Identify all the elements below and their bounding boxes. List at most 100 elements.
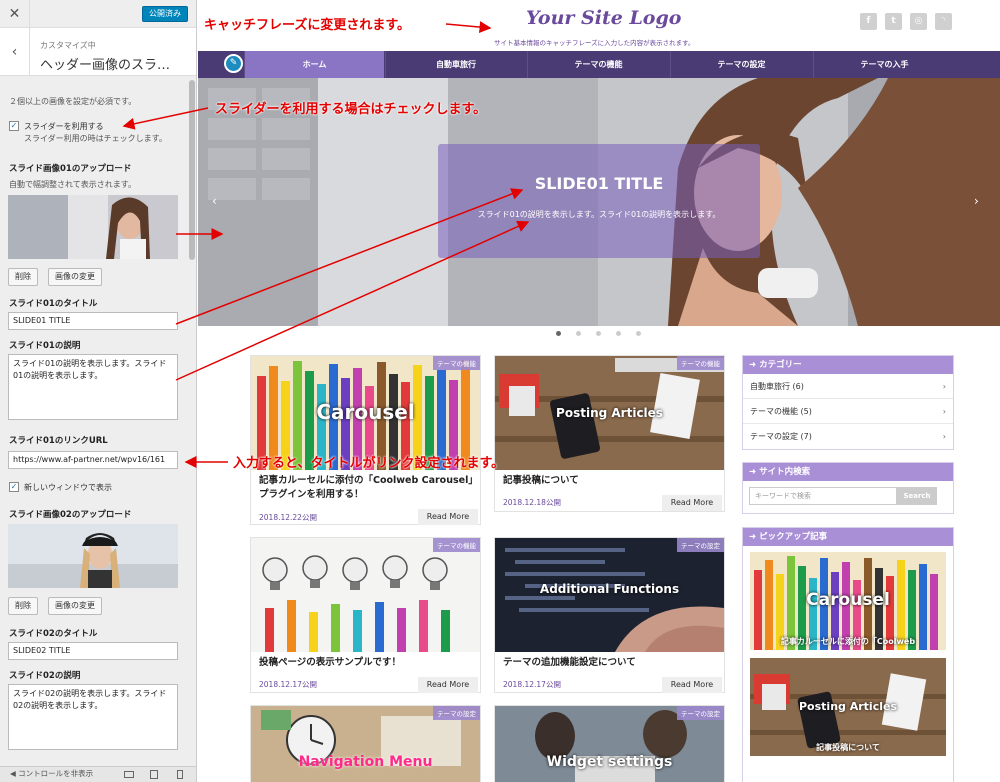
post-date: 2018.12.18公開 (503, 498, 561, 507)
section-header: ‹ カスタマイズ中 ヘッダー画像のスラ… (0, 28, 196, 76)
slide1-upload-desc: 自動で幅調整されて表示されます。 (9, 180, 136, 189)
post-title[interactable]: 投稿ページの表示サンプルです！ (259, 656, 474, 670)
slide2-desc-label: スライド02の説明 (9, 671, 81, 681)
site-tagline: サイト基本情報のキャッチフレーズに入力した内容が表示されます。 (494, 39, 695, 47)
new-window-label: 新しいウィンドウで表示 (24, 483, 112, 492)
slide1-desc-textarea[interactable]: スライド01の説明を表示します。スライド01の説明を表示します。 (8, 354, 178, 420)
slide-description: スライド01の説明を表示します。スライド01の説明を表示します。 (477, 210, 721, 219)
nav-item-home[interactable]: ホーム (244, 51, 384, 78)
circle-arrow-icon: ➜ (749, 360, 760, 370)
post-thumbnail[interactable]: Navigation Menu テーマの設定 (251, 706, 480, 782)
section-title: ヘッダー画像のスラ… (40, 58, 171, 73)
post-card[interactable]: Posting Articles テーマの機能 記事投稿について 2018.12… (494, 355, 725, 512)
pickup-thumbnail[interactable]: Posting Articles 記事投稿について (750, 658, 946, 756)
post-date: 2018.12.22公開 (259, 513, 317, 522)
read-more-button[interactable]: Read More (418, 509, 478, 525)
nav-item-car-travel[interactable]: 自動車旅行 (385, 51, 526, 78)
category-item[interactable]: 自動車旅行 (6) › (743, 374, 953, 399)
annotation-link: 入力すると、タイトルがリンク設定されます。 (233, 456, 505, 471)
slide1-title-input[interactable]: SLIDE01 TITLE (8, 312, 178, 330)
site-logo[interactable]: Your Site Logo (526, 7, 681, 29)
post-image-text: Posting Articles (556, 406, 663, 420)
slide1-url-input[interactable]: https://www.af-partner.net/wpv16/161 (8, 451, 178, 469)
desktop-preview-icon[interactable] (124, 771, 134, 778)
breadcrumb: カスタマイズ中 (40, 41, 96, 50)
slide2-desc-textarea[interactable]: スライド02の説明を表示します。スライド02の説明を表示します。 (8, 684, 178, 750)
rss-icon[interactable]: ◝ (935, 13, 952, 30)
slider-dot[interactable] (616, 331, 621, 336)
twitter-icon[interactable]: t (885, 13, 902, 30)
slide1-change-button[interactable]: 画像の変更 (48, 268, 102, 286)
mobile-preview-icon[interactable] (177, 770, 183, 779)
slider-next-icon[interactable]: › (974, 194, 979, 208)
search-button[interactable]: Search (897, 487, 937, 505)
slide2-title-input[interactable]: SLIDE02 TITLE (8, 642, 178, 660)
post-date: 2018.12.17公開 (503, 680, 561, 689)
instagram-icon[interactable]: ◎ (910, 13, 927, 30)
slider-dot[interactable] (576, 331, 581, 336)
pickup-caption[interactable]: 記事カルーセルに添付の「Coolweb (750, 636, 946, 647)
nav-item-theme-features[interactable]: テーマの機能 (527, 51, 669, 78)
category-item[interactable]: テーマの設定 (7) › (743, 424, 953, 449)
pickup-widget-title: ➜ ピックアップ記事 (743, 528, 953, 546)
slide2-thumbnail[interactable] (8, 524, 178, 588)
post-thumbnail[interactable]: Widget settings テーマの設定 (495, 706, 724, 782)
nav-item-get-theme[interactable]: テーマの入手 (813, 51, 955, 78)
category-item[interactable]: テーマの機能 (5) › (743, 399, 953, 424)
read-more-button[interactable]: Read More (418, 677, 478, 693)
post-card[interactable]: Widget settings テーマの設定 (494, 705, 725, 782)
read-more-button[interactable]: Read More (662, 677, 722, 693)
slide1-desc-label: スライド01の説明 (9, 341, 81, 351)
post-category-badge[interactable]: テーマの機能 (433, 538, 480, 552)
nav-item-theme-settings[interactable]: テーマの設定 (670, 51, 812, 78)
slide2-change-button[interactable]: 画像の変更 (48, 597, 102, 615)
panel-scrollbar[interactable] (189, 80, 195, 260)
post-title[interactable]: 記事投稿について (503, 474, 718, 488)
post-card[interactable]: テーマの機能 投稿ページの表示サンプルです！ 2018.12.17公開 Read… (250, 537, 481, 693)
post-category-badge[interactable]: テーマの設定 (677, 706, 724, 720)
back-icon[interactable]: ‹ (0, 28, 30, 76)
post-thumbnail[interactable]: テーマの機能 (251, 538, 480, 652)
post-category-badge[interactable]: テーマの機能 (433, 356, 480, 370)
chevron-right-icon: › (942, 432, 946, 441)
post-image-text: Carousel (316, 400, 415, 424)
slider-dot[interactable] (596, 331, 601, 336)
post-image-text: Additional Functions (539, 582, 680, 596)
post-card[interactable]: Additional Functions テーマの設定 テーマの追加機能設定につ… (494, 537, 725, 693)
post-title[interactable]: テーマの追加機能設定について (503, 656, 718, 670)
edit-pencil-icon[interactable]: ✎ (224, 54, 243, 73)
slide1-thumbnail[interactable] (8, 195, 178, 259)
pickup-caption[interactable]: 記事投稿について (750, 742, 946, 753)
post-title[interactable]: 記事カルーセルに添付の「Coolweb Carousel」プラグインを利用する！ (259, 474, 474, 502)
new-window-checkbox[interactable]: ✓ (9, 482, 19, 492)
tablet-preview-icon[interactable] (150, 770, 158, 779)
slider-prev-icon[interactable]: ‹ (212, 194, 217, 208)
post-category-badge[interactable]: テーマの機能 (677, 356, 724, 370)
post-image-text: Widget settings (546, 754, 673, 770)
pickup-image-text: Posting Articles (799, 700, 897, 713)
slide2-delete-button[interactable]: 削除 (8, 597, 38, 615)
slide1-delete-button[interactable]: 削除 (8, 268, 38, 286)
customizer-panel: ✕ 公開済み ‹ カスタマイズ中 ヘッダー画像のスラ… ２個以上の画像を設定が必… (0, 0, 197, 782)
post-thumbnail[interactable]: Posting Articles テーマの機能 (495, 356, 724, 470)
collapse-icon[interactable]: ◀ (10, 769, 18, 778)
close-icon[interactable]: ✕ (0, 0, 30, 28)
panel-top-bar: ✕ 公開済み (0, 0, 196, 28)
categories-widget-title: ➜ カテゴリー (743, 356, 953, 374)
publish-button[interactable]: 公開済み (142, 6, 188, 22)
search-input[interactable]: キーワードで検索 (749, 487, 897, 505)
post-card[interactable]: Carousel テーマの機能 記事カルーセルに添付の「Coolweb Caro… (250, 355, 481, 525)
categories-widget: ➜ カテゴリー 自動車旅行 (6) › テーマの機能 (5) › テーマの設定 (7… (742, 355, 954, 450)
slide-title[interactable]: SLIDE01 TITLE (438, 174, 760, 193)
post-category-badge[interactable]: テーマの設定 (433, 706, 480, 720)
read-more-button[interactable]: Read More (662, 495, 722, 511)
slider-dot[interactable] (556, 331, 561, 336)
pickup-thumbnail[interactable]: Carousel 記事カルーセルに添付の「Coolweb (750, 552, 946, 650)
facebook-icon[interactable]: f (860, 13, 877, 30)
post-category-badge[interactable]: テーマの設定 (677, 538, 724, 552)
hide-controls-label[interactable]: コントロールを非表示 (18, 769, 93, 778)
post-card[interactable]: Navigation Menu テーマの設定 (250, 705, 481, 782)
use-slider-checkbox[interactable]: ✓ (9, 121, 19, 131)
slider-dot[interactable] (636, 331, 641, 336)
post-thumbnail[interactable]: Additional Functions テーマの設定 (495, 538, 724, 652)
